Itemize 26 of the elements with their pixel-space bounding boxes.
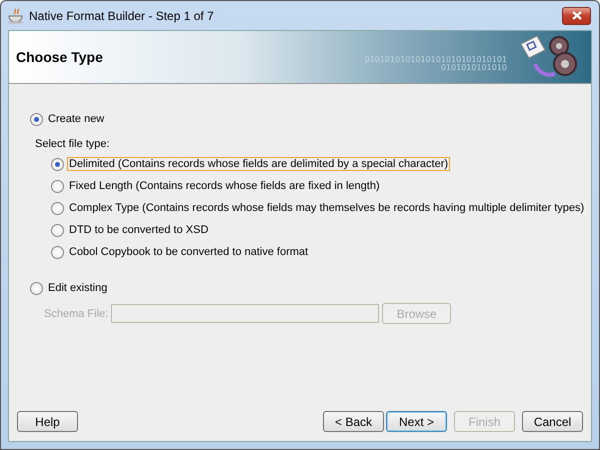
file-type-label: Select file type:: [35, 137, 111, 152]
radio-button[interactable]: [51, 158, 64, 170]
mode-option-label[interactable]: Edit existing: [46, 281, 110, 295]
dialog-button[interactable]: < Back: [323, 411, 384, 432]
coffee-cup-icon: [7, 8, 25, 24]
window-title: Native Format Builder - Step 1 of 7: [29, 8, 215, 22]
file-type-option-label[interactable]: DTD to be converted to XSD: [67, 223, 210, 237]
radio-button[interactable]: [51, 202, 64, 214]
schema-file-label: Schema File:: [44, 308, 108, 320]
close-button[interactable]: [562, 6, 591, 24]
file-type-option-label[interactable]: Delimited (Contains records whose fields are delimited by a special character): [67, 157, 450, 171]
radio-button[interactable]: [30, 282, 43, 294]
dialog-button[interactable]: Next >: [386, 411, 447, 432]
radio-button[interactable]: [51, 224, 64, 236]
close-icon: [572, 11, 582, 20]
radio-button[interactable]: [51, 180, 64, 192]
radio-button[interactable]: [51, 246, 64, 258]
file-type-option-label[interactable]: Complex Type (Contains records whose fields may themselves be records having multiple delimiter types): [67, 201, 586, 215]
file-type-option-label[interactable]: Cobol Copybook to be converted to native format: [67, 245, 310, 259]
page-title: Choose Type: [16, 49, 104, 65]
mode-option-label[interactable]: Create new: [46, 112, 106, 126]
dialog-button[interactable]: Cancel: [522, 411, 583, 432]
file-type-option-label[interactable]: Fixed Length (Contains records whose fields are fixed in length): [67, 179, 382, 193]
dialog-button[interactable]: Help: [17, 411, 78, 432]
binary-decoration: 0101010101010: [440, 64, 507, 72]
radio-button[interactable]: [30, 112, 43, 126]
